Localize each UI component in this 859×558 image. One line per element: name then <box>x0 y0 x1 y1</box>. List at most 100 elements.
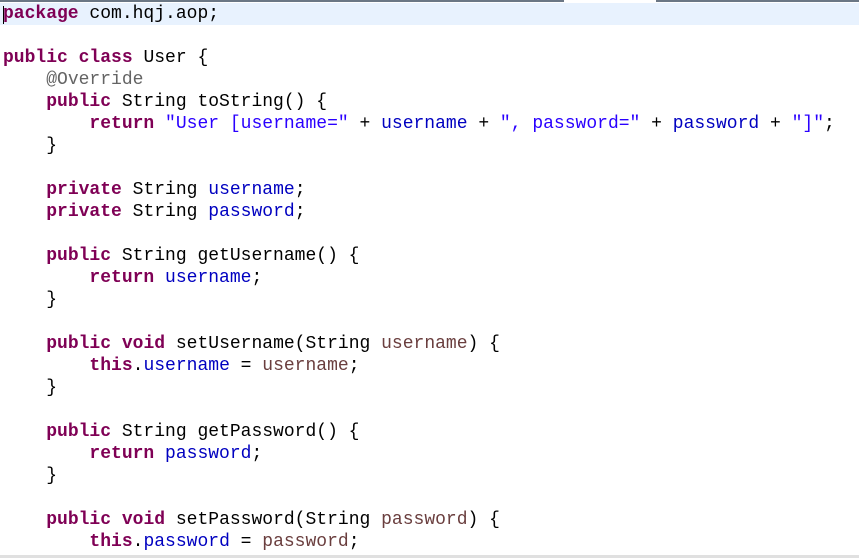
text-caret <box>3 6 4 24</box>
keyword: void <box>121 334 166 354</box>
code-line[interactable]: public String getUsername() { <box>0 245 859 267</box>
keyword: public <box>46 422 112 442</box>
code-line[interactable]: } <box>0 465 859 487</box>
code-text: String <box>121 180 209 200</box>
code-line[interactable] <box>0 487 859 509</box>
code-text: = <box>229 356 263 376</box>
code-text: ) { <box>467 334 500 354</box>
code-line[interactable] <box>0 399 859 421</box>
annotation: @Override <box>46 70 144 90</box>
code-line[interactable]: private String password; <box>0 201 859 223</box>
code-text: ; <box>294 180 306 200</box>
code-text: ) { <box>467 510 500 530</box>
editor-tab-border <box>0 0 859 2</box>
code-line[interactable]: return "User [username=" + username + ",… <box>0 113 859 135</box>
code-text: String toString() { <box>111 92 328 112</box>
code-line[interactable]: public String getPassword() { <box>0 421 859 443</box>
code-text: String getUsername() { <box>111 246 360 266</box>
parameter-name: username <box>381 334 468 354</box>
field-name: password <box>208 202 295 222</box>
code-line[interactable]: @Override <box>0 69 859 91</box>
keyword: class <box>78 48 133 68</box>
string-literal: "]" <box>791 114 824 134</box>
keyword: return <box>89 444 155 464</box>
code-line[interactable]: return password; <box>0 443 859 465</box>
code-line[interactable]: } <box>0 289 859 311</box>
string-literal: "User [username=" <box>165 114 349 134</box>
parameter-name: password <box>262 532 349 552</box>
code-text: } <box>3 136 58 156</box>
code-line[interactable] <box>0 25 859 47</box>
code-line[interactable]: public void setUsername(String username)… <box>0 333 859 355</box>
keyword: public <box>3 48 68 68</box>
keyword: private <box>46 202 122 222</box>
code-text: + <box>348 114 382 134</box>
code-text: ; <box>348 356 360 376</box>
code-text: + <box>640 114 673 134</box>
code-text: . <box>132 532 144 552</box>
code-line[interactable]: package com.hqj.aop; <box>0 3 859 25</box>
field-name: username <box>208 180 295 200</box>
code-line[interactable]: this.password = password; <box>0 531 859 553</box>
code-text: + <box>759 114 792 134</box>
field-name: password <box>143 532 230 552</box>
code-line[interactable]: public String toString() { <box>0 91 859 113</box>
code-line[interactable]: } <box>0 135 859 157</box>
code-editor[interactable]: package com.hqj.aop; public class User { … <box>0 3 859 555</box>
keyword: this <box>89 532 133 552</box>
code-text: ; <box>294 202 306 222</box>
code-text: + <box>467 114 500 134</box>
code-line[interactable]: } <box>0 377 859 399</box>
code-text: setUsername(String <box>165 334 382 354</box>
keyword: public <box>46 92 112 112</box>
code-text: } <box>3 290 58 310</box>
code-text: ; <box>251 444 263 464</box>
code-line[interactable] <box>0 223 859 245</box>
code-line[interactable] <box>0 157 859 179</box>
code-text: . <box>132 356 144 376</box>
code-line[interactable]: public class User { <box>0 47 859 69</box>
keyword: this <box>89 356 133 376</box>
code-text: ; <box>348 532 360 552</box>
code-text: com.hqj.aop; <box>78 4 220 24</box>
field-name: password <box>165 444 252 464</box>
code-line[interactable]: public void setPassword(String password)… <box>0 509 859 531</box>
parameter-name: password <box>381 510 468 530</box>
code-text: setPassword(String <box>165 510 382 530</box>
string-literal: ", password=" <box>499 114 641 134</box>
keyword: public <box>46 334 112 354</box>
code-text: ; <box>824 114 835 134</box>
code-line[interactable]: return username; <box>0 267 859 289</box>
code-line[interactable]: private String username; <box>0 179 859 201</box>
parameter-name: username <box>262 356 349 376</box>
code-text: ; <box>251 268 263 288</box>
field-name: username <box>143 356 230 376</box>
field-name: username <box>165 268 252 288</box>
keyword: public <box>46 510 112 530</box>
keyword: void <box>121 510 166 530</box>
keyword: return <box>89 114 155 134</box>
code-text: = <box>229 532 263 552</box>
code-text: } <box>3 378 58 398</box>
code-text: String <box>121 202 209 222</box>
keyword: package <box>3 4 79 24</box>
code-line[interactable]: this.username = username; <box>0 355 859 377</box>
code-line[interactable] <box>0 311 859 333</box>
keyword: return <box>89 268 155 288</box>
